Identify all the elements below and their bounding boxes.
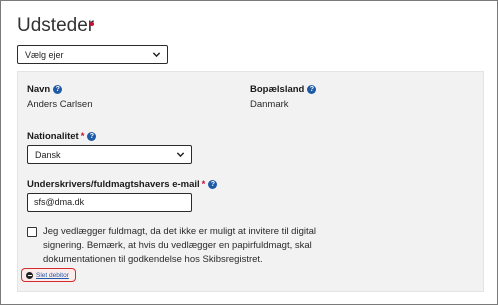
nationality-select-value: Dansk	[35, 150, 61, 160]
residence-value: Danmark	[250, 99, 289, 110]
chevron-down-icon	[152, 52, 161, 58]
power-of-attorney-checkbox[interactable]	[27, 227, 37, 237]
nationality-label: Nationalitet * ?	[27, 131, 97, 142]
email-field[interactable]: sfs@dma.dk	[27, 193, 192, 212]
email-label: Underskrivers/fuldmagtshavers e-mail * ?	[27, 179, 218, 190]
required-star: *	[201, 179, 206, 190]
owner-select[interactable]: Vælg ejer	[17, 45, 168, 64]
delete-debtor-label: Slet debitor	[36, 271, 69, 279]
name-value: Anders Carlsen	[27, 99, 93, 110]
nationality-select[interactable]: Dansk	[27, 145, 192, 164]
owner-select-value: Vælg ejer	[25, 50, 64, 60]
minus-circle-icon	[26, 271, 33, 279]
help-icon[interactable]: ?	[87, 132, 97, 141]
delete-debtor-button[interactable]: Slet debitor	[21, 268, 76, 282]
issuer-section: Udsteder Vælg ejer Navn ? Anders Carlsen…	[0, 0, 498, 305]
required-star: *	[80, 131, 85, 142]
debtor-panel: Navn ? Anders Carlsen Bopælsland ? Danma…	[17, 71, 484, 292]
help-icon[interactable]: ?	[53, 85, 63, 94]
section-title: Udsteder	[17, 15, 95, 36]
help-icon[interactable]: ?	[307, 85, 317, 94]
help-icon[interactable]: ?	[208, 180, 218, 189]
required-indicator	[90, 22, 94, 26]
power-of-attorney-text: Jeg vedlægger fuldmagt, da det ikke er m…	[43, 226, 316, 265]
chevron-down-icon	[176, 152, 185, 158]
name-label: Navn ?	[27, 84, 63, 95]
residence-label: Bopælsland ?	[250, 84, 317, 95]
